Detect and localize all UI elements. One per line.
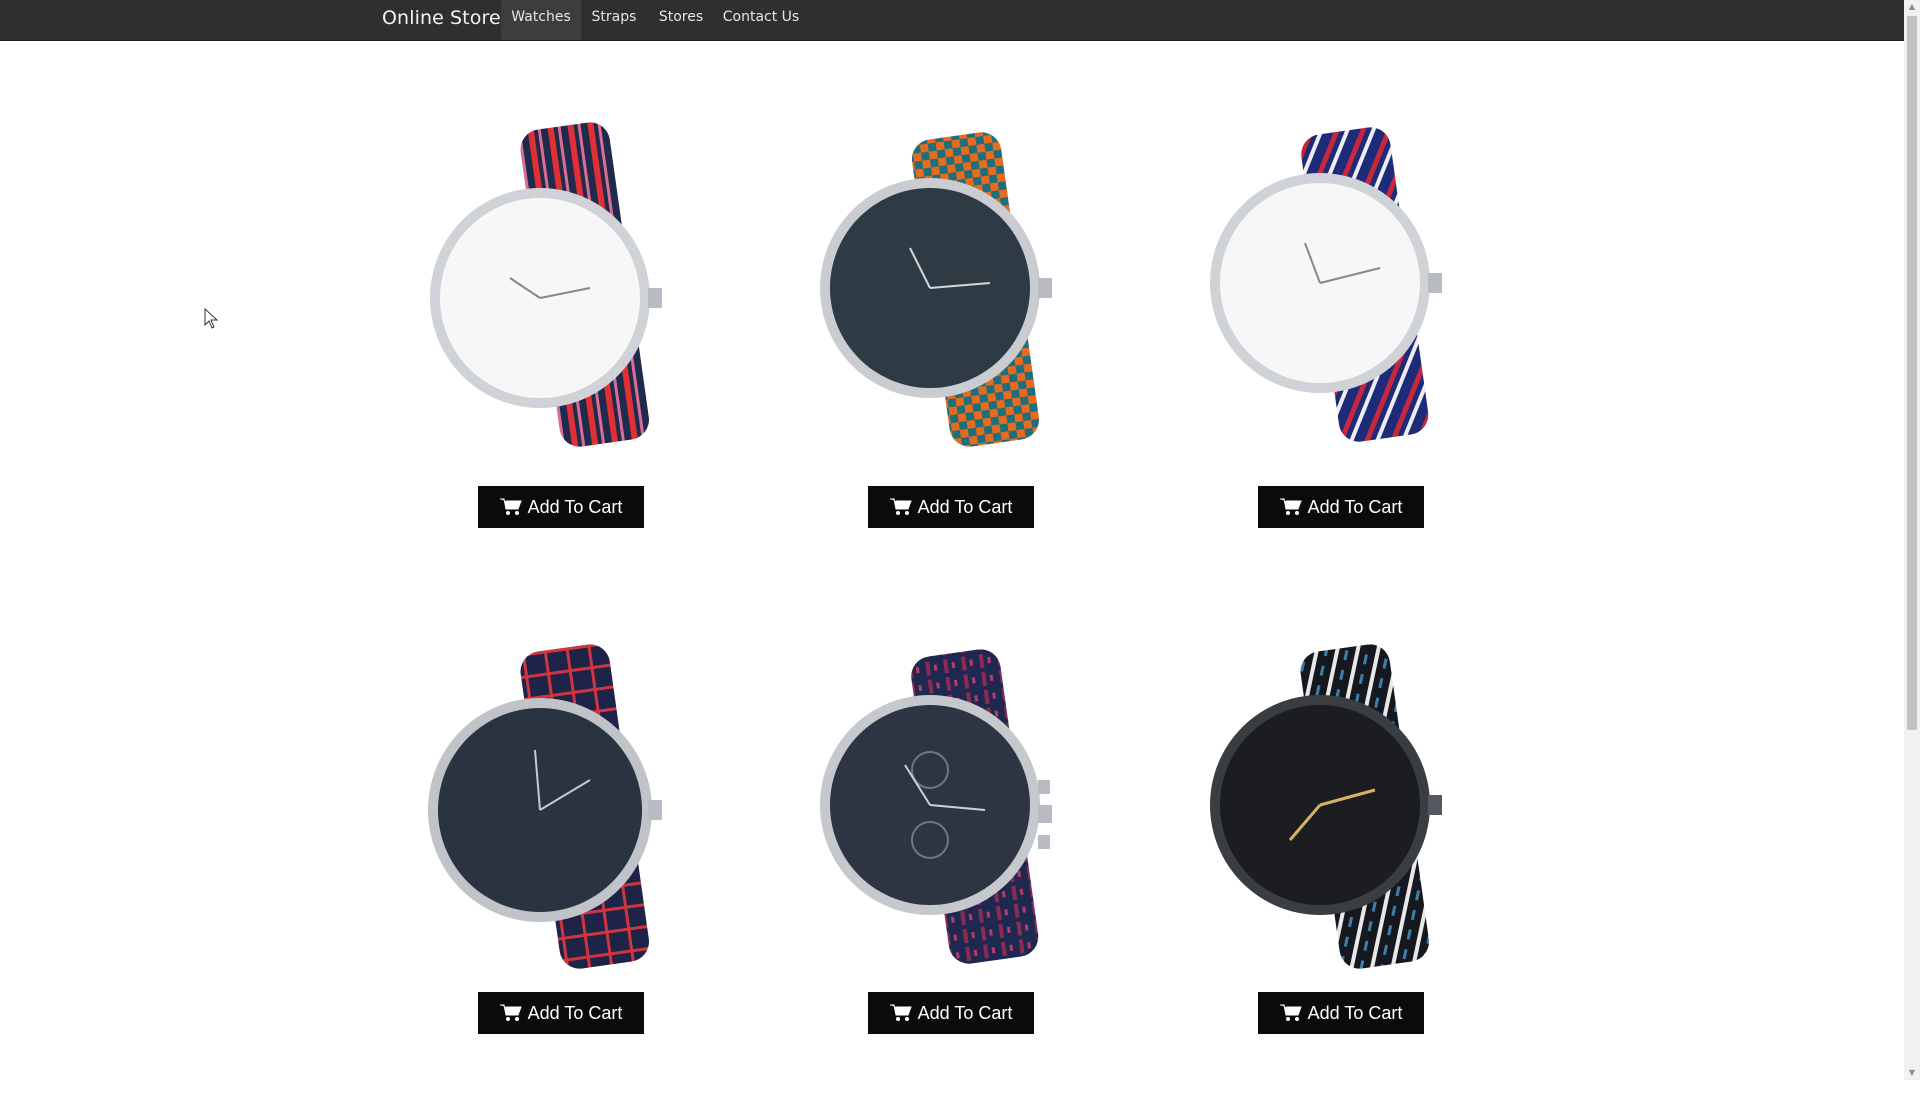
product-card: Add To Cart [350, 640, 770, 1100]
product-card: Add To Cart [740, 640, 1160, 1100]
cart-icon [889, 498, 912, 515]
product-card: Add To Cart [1130, 118, 1550, 578]
product-card: Add To Cart [350, 118, 770, 578]
nav-straps[interactable]: Straps [581, 0, 647, 40]
add-to-cart-label: Add To Cart [917, 1002, 1013, 1023]
scroll-up-arrow-icon[interactable]: ▲ [1904, 0, 1920, 14]
scroll-down-arrow-icon[interactable]: ▼ [1904, 1066, 1920, 1080]
add-to-cart-label: Add To Cart [1307, 1002, 1403, 1023]
product-watch-image[interactable] [390, 640, 730, 980]
vertical-scrollbar[interactable]: ▲ ▼ [1904, 0, 1920, 1080]
add-to-cart-button[interactable]: Add To Cart [478, 992, 644, 1034]
nav-contact-us[interactable]: Contact Us [715, 0, 807, 40]
add-to-cart-button[interactable]: Add To Cart [1258, 486, 1424, 528]
nav-watches[interactable]: Watches [501, 0, 581, 40]
add-to-cart-button[interactable]: Add To Cart [1258, 992, 1424, 1034]
mouse-pointer-icon [204, 308, 219, 329]
add-to-cart-button[interactable]: Add To Cart [868, 486, 1034, 528]
add-to-cart-button[interactable]: Add To Cart [868, 992, 1034, 1034]
product-watch-image[interactable] [780, 118, 1120, 458]
cart-icon [1279, 1004, 1302, 1021]
add-to-cart-label: Add To Cart [917, 496, 1013, 517]
product-watch-image[interactable] [780, 640, 1120, 980]
top-navbar: Online Store Watches Straps Stores Conta… [0, 0, 1904, 41]
cart-icon [499, 1004, 522, 1021]
add-to-cart-button[interactable]: Add To Cart [478, 486, 644, 528]
cart-icon [889, 1004, 912, 1021]
cart-icon [1279, 498, 1302, 515]
add-to-cart-label: Add To Cart [527, 1002, 623, 1023]
scroll-thumb[interactable] [1907, 16, 1917, 730]
add-to-cart-label: Add To Cart [527, 496, 623, 517]
cart-icon [499, 498, 522, 515]
product-watch-image[interactable] [1170, 640, 1510, 980]
product-watch-image[interactable] [390, 118, 730, 458]
product-card: Add To Cart [740, 118, 1160, 578]
add-to-cart-label: Add To Cart [1307, 496, 1403, 517]
nav-stores[interactable]: Stores [647, 0, 715, 40]
brand-logo[interactable]: Online Store [382, 0, 501, 40]
product-watch-image[interactable] [1170, 118, 1510, 458]
product-card: Add To Cart [1130, 640, 1550, 1100]
